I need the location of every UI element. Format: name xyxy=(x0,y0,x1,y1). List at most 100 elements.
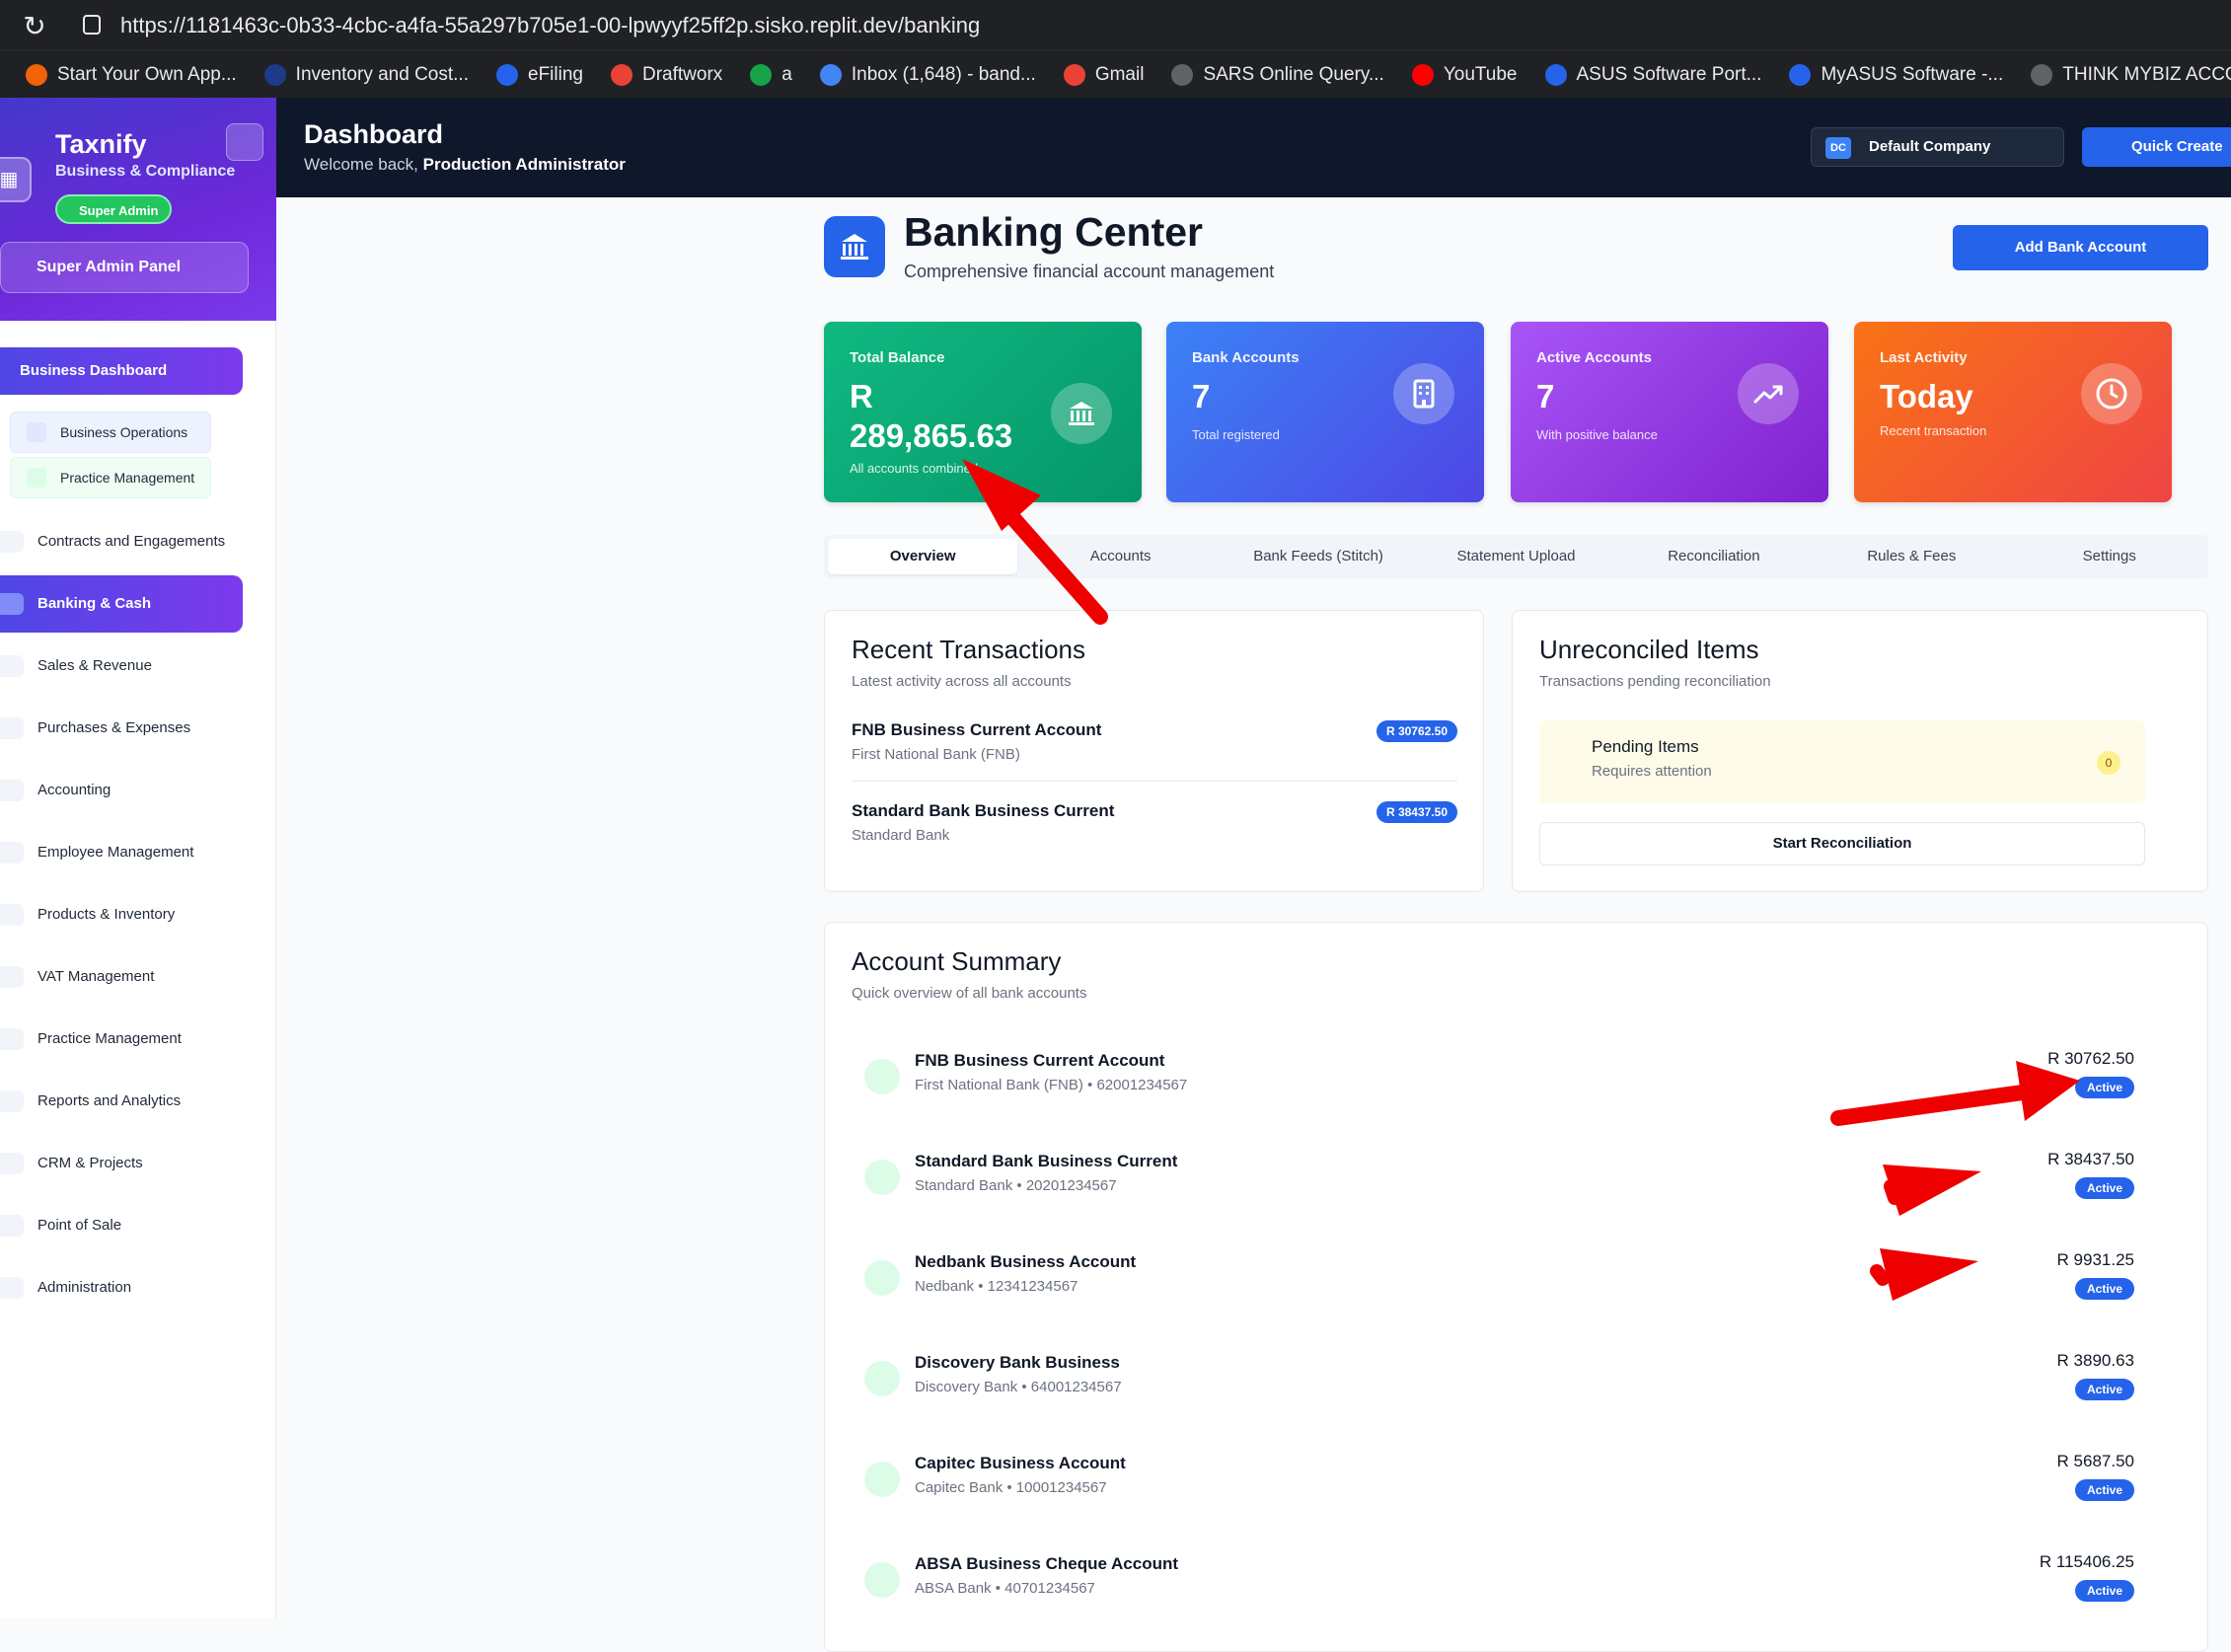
account-name: Standard Bank Business Current xyxy=(915,1152,1178,1170)
account-balance: R 30762.50 xyxy=(2047,1049,2134,1068)
stat-card-label: Total Balance xyxy=(850,349,945,366)
account-name: Nedbank Business Account xyxy=(915,1252,1137,1271)
nav-icon xyxy=(0,1277,24,1299)
calculator-icon: ▦ xyxy=(0,157,32,202)
reload-icon[interactable]: ↻ xyxy=(20,12,49,41)
bookmark-label: THINK MYBIZ ACCO... xyxy=(2062,63,2231,85)
account-detail: First National Bank (FNB) • 62001234567 xyxy=(915,1077,1188,1093)
sidebar-subitem-business-operations[interactable]: Business Operations xyxy=(10,412,211,453)
tab-reconciliation[interactable]: Reconciliation xyxy=(1619,539,1809,574)
nav-icon xyxy=(0,904,24,926)
account-row[interactable]: Nedbank Business Account Nedbank • 123412… xyxy=(852,1250,2134,1321)
sidebar-item-crm-projects[interactable]: CRM & Projects xyxy=(0,1144,257,1183)
sidebar-item-contracts-and-engagements[interactable]: Contracts and Engagements xyxy=(0,522,257,562)
company-avatar: DC xyxy=(1825,137,1851,159)
bookmark-label: YouTube xyxy=(1443,63,1518,85)
app-subtitle: Business & Compliance xyxy=(55,163,236,180)
nav-icon xyxy=(0,1090,24,1112)
url-text[interactable]: https://1181463c-0b33-4cbc-a4fa-55a297b7… xyxy=(120,12,980,39)
account-balance: R 5687.50 xyxy=(2056,1452,2134,1470)
tab-settings[interactable]: Settings xyxy=(2015,539,2204,574)
bookmark-item[interactable]: Gmail xyxy=(1063,63,1144,86)
stat-card-active-accounts: Active Accounts 7 With positive balance xyxy=(1511,322,1828,502)
bookmark-item[interactable]: THINK MYBIZ ACCO... xyxy=(2031,63,2231,86)
account-balance: R 3890.63 xyxy=(2056,1351,2134,1370)
tab-overview[interactable]: Overview xyxy=(828,539,1018,574)
account-row[interactable]: Discovery Bank Business Discovery Bank • … xyxy=(852,1351,2134,1422)
account-balance: R 115406.25 xyxy=(2039,1552,2134,1571)
tab-statement-upload[interactable]: Statement Upload xyxy=(1421,539,1610,574)
transaction-row[interactable]: Standard Bank Business Current Standard B… xyxy=(852,801,1457,882)
sidebar-item-banking-cash[interactable]: Banking & Cash xyxy=(0,575,243,633)
account-row[interactable]: ABSA Business Cheque Account ABSA Bank • … xyxy=(852,1552,2134,1623)
replit-icon xyxy=(26,63,47,86)
bookmark-item[interactable]: ASUS Software Port... xyxy=(1544,63,1762,86)
account-status-badge: Active xyxy=(2075,1479,2134,1501)
account-row[interactable]: Standard Bank Business Current Standard B… xyxy=(852,1150,2134,1221)
transaction-row[interactable]: FNB Business Current Account First Nation… xyxy=(852,720,1457,801)
add-bank-account-button[interactable]: Add Bank Account xyxy=(1953,225,2208,270)
stat-card-value: 7 xyxy=(1192,378,1211,414)
app: ▦ Taxnify Business & Compliance Super Ad… xyxy=(0,98,2231,1652)
pending-count-badge: 0 xyxy=(2097,751,2120,775)
stat-card-subtext: Total registered xyxy=(1192,427,1280,442)
globe-icon xyxy=(750,63,773,86)
account-detail: Standard Bank • 20201234567 xyxy=(915,1177,1117,1194)
bookmark-label: MyASUS Software -... xyxy=(1821,63,2004,85)
sidebar-item-vat-management[interactable]: VAT Management xyxy=(0,957,257,997)
company-selector[interactable]: DC Default Company xyxy=(1811,127,2064,167)
account-detail: Nedbank • 12341234567 xyxy=(915,1278,1078,1295)
sidebar-item-label: Banking & Cash xyxy=(37,595,152,612)
sidebar-subitem-practice-management[interactable]: Practice Management xyxy=(10,457,211,498)
bookmark-item[interactable]: Draftworx xyxy=(610,63,722,86)
super-admin-panel-button[interactable]: Super Admin Panel xyxy=(0,242,249,293)
account-name: FNB Business Current Account xyxy=(915,1051,1165,1070)
tab-bank-feeds-stitch[interactable]: Bank Feeds (Stitch) xyxy=(1224,539,1413,574)
bookmark-item[interactable]: MyASUS Software -... xyxy=(1789,63,2004,86)
quick-create-button[interactable]: Quick Create xyxy=(2082,127,2231,167)
building-icon xyxy=(1393,363,1454,424)
pending-items-subtitle: Requires attention xyxy=(1592,763,1712,780)
bookmark-label: Inventory and Cost... xyxy=(295,63,469,85)
tab-accounts[interactable]: Accounts xyxy=(1025,539,1215,574)
nav-icon xyxy=(0,531,24,553)
sidebar-item-business-dashboard[interactable]: Business Dashboard xyxy=(0,347,243,395)
sidebar-item-sales-revenue[interactable]: Sales & Revenue xyxy=(0,646,257,686)
stat-card-label: Active Accounts xyxy=(1536,349,1652,366)
nav-icon xyxy=(0,1028,24,1050)
sidebar-item-accounting[interactable]: Accounting xyxy=(0,771,257,810)
unreconciled-title: Unreconciled Items xyxy=(1539,635,1759,664)
nav-icon xyxy=(0,842,24,864)
draftworx-icon xyxy=(610,63,632,86)
account-row[interactable]: Capitec Business Account Capitec Bank • 1… xyxy=(852,1452,2134,1523)
sidebar-item-products-inventory[interactable]: Products & Inventory xyxy=(0,895,257,935)
bookmark-label: ASUS Software Port... xyxy=(1576,63,1762,85)
sidebar-toggle-button[interactable] xyxy=(226,123,263,161)
sidebar-item-practice-management[interactable]: Practice Management xyxy=(0,1019,257,1059)
tab-rules-fees[interactable]: Rules & Fees xyxy=(1817,539,2006,574)
site-info-icon[interactable] xyxy=(83,15,101,35)
start-reconciliation-button[interactable]: Start Reconciliation xyxy=(1539,822,2145,865)
page-subtitle: Comprehensive financial account manageme… xyxy=(904,262,1275,281)
account-balance: R 38437.50 xyxy=(2047,1150,2134,1168)
youtube-icon xyxy=(1411,63,1434,86)
bookmark-item[interactable]: Start Your Own App... xyxy=(26,63,237,86)
sidebar-item-purchases-expenses[interactable]: Purchases & Expenses xyxy=(0,709,257,748)
bookmark-item[interactable]: a xyxy=(750,63,792,86)
bookmark-item[interactable]: YouTube xyxy=(1411,63,1518,86)
account-row[interactable]: FNB Business Current Account First Nation… xyxy=(852,1049,2134,1120)
bookmark-item[interactable]: Inventory and Cost... xyxy=(263,63,469,86)
role-badge-label: Super Admin xyxy=(79,203,159,218)
sidebar-item-administration[interactable]: Administration xyxy=(0,1268,257,1308)
sidebar-item-reports-and-analytics[interactable]: Reports and Analytics xyxy=(0,1082,257,1121)
sidebar-item-point-of-sale[interactable]: Point of Sale xyxy=(0,1206,257,1245)
account-status-dot xyxy=(864,1562,900,1598)
bookmark-label: Inbox (1,648) - band... xyxy=(851,63,1036,85)
account-name: Discovery Bank Business xyxy=(915,1353,1120,1372)
divider xyxy=(852,781,1457,782)
bookmark-item[interactable]: Inbox (1,648) - band... xyxy=(819,63,1036,86)
bank-icon xyxy=(824,216,885,277)
sidebar-item-employee-management[interactable]: Employee Management xyxy=(0,833,257,872)
bookmark-item[interactable]: SARS Online Query... xyxy=(1171,63,1384,86)
bookmark-item[interactable]: eFiling xyxy=(496,63,583,86)
